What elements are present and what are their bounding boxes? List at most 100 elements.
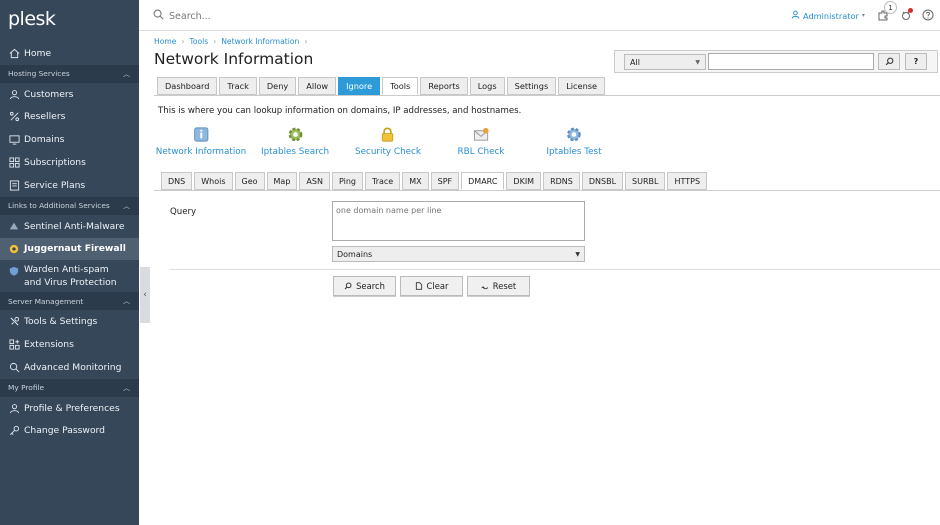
tool-security-check[interactable]: Security Check: [355, 125, 421, 157]
sidebar-item-service-plans[interactable]: Service Plans: [0, 174, 139, 197]
subtab-ping[interactable]: Ping: [331, 172, 363, 190]
chevron-up-icon: ︿: [123, 297, 130, 306]
sidebar-item-label: Tools & Settings: [24, 316, 98, 328]
section-server-management[interactable]: Server Management ︿: [0, 292, 139, 311]
subtab-mx[interactable]: MX: [402, 172, 429, 190]
sidebar-item-sentinel[interactable]: Sentinel Anti-Malware: [0, 215, 139, 238]
subtab-rdns[interactable]: RDNS: [543, 172, 580, 190]
subtab-dkim[interactable]: DKIM: [506, 172, 542, 190]
tool-iptables-search[interactable]: Iptables Search: [261, 125, 329, 157]
global-search[interactable]: Search...: [153, 9, 211, 23]
tab-logs[interactable]: Logs: [469, 77, 505, 95]
tab-ignore[interactable]: Ignore: [338, 77, 381, 95]
sidebar-item-label: Resellers: [24, 111, 66, 123]
sidebar-item-label: Sentinel Anti-Malware: [24, 220, 125, 232]
sidebar-item-label: Warden Anti-spam and Virus Protection: [24, 264, 117, 288]
section-label: Hosting Services: [8, 69, 70, 79]
subtabs-divider: [154, 190, 940, 191]
tab-track[interactable]: Track: [219, 77, 257, 95]
clear-icon: [415, 282, 422, 290]
search-button[interactable]: Search: [333, 276, 396, 296]
sidebar: plesk Home Hosting Services ︿ Customers …: [0, 0, 139, 525]
sidebar-item-tools-settings[interactable]: Tools & Settings: [0, 310, 139, 333]
sidebar-item-profile[interactable]: Profile & Preferences: [0, 397, 139, 420]
filter-select-value: All: [630, 57, 640, 67]
sidebar-item-customers[interactable]: Customers: [0, 83, 139, 106]
lookup-subtabs: DNS Whois Geo Map ASN Ping Trace MX SPF …: [161, 172, 708, 190]
subtab-dns[interactable]: DNS: [161, 172, 193, 190]
sidebar-item-label: Subscriptions: [24, 157, 86, 169]
chevron-right-icon: ›: [304, 37, 308, 46]
section-label: Links to Additional Services: [8, 201, 110, 211]
key-icon: [8, 425, 20, 437]
sidebar-collapse-handle[interactable]: ‹: [140, 267, 150, 323]
query-type-select[interactable]: Domains ▼: [332, 246, 585, 262]
user-icon: [8, 88, 20, 100]
subtab-surbl[interactable]: SURBL: [625, 172, 666, 190]
monitoring-icon: [8, 361, 20, 373]
help-icon[interactable]: [921, 8, 935, 22]
sidebar-item-juggernaut-firewall[interactable]: Juggernaut Firewall: [0, 237, 139, 261]
tool-label: Security Check: [355, 147, 421, 157]
breadcrumb-network-information[interactable]: Network Information: [221, 37, 299, 46]
subtab-asn[interactable]: ASN: [299, 172, 330, 190]
alert-dot: [908, 8, 913, 13]
filter-search-button[interactable]: [878, 53, 900, 70]
breadcrumb-tools[interactable]: Tools: [189, 37, 208, 46]
subtab-dmarc[interactable]: DMARC: [461, 172, 505, 190]
clear-button[interactable]: Clear: [400, 276, 463, 296]
section-label: My Profile: [8, 383, 45, 393]
user-menu[interactable]: Administrator ▾: [791, 10, 865, 21]
chevron-right-icon: ›: [213, 37, 217, 46]
breadcrumb-home[interactable]: Home: [154, 37, 176, 46]
sidebar-item-home[interactable]: Home: [0, 42, 139, 65]
tab-dashboard[interactable]: Dashboard: [157, 77, 218, 95]
plesk-logo[interactable]: plesk: [0, 0, 139, 42]
tab-reports[interactable]: Reports: [420, 77, 468, 95]
user-icon: [791, 10, 800, 21]
sidebar-item-resellers[interactable]: Resellers: [0, 106, 139, 129]
intro-text: This is where you can lookup information…: [158, 106, 522, 116]
reset-button-label: Reset: [492, 281, 517, 291]
query-type-value: Domains: [337, 249, 373, 259]
clear-button-label: Clear: [426, 281, 449, 291]
sidebar-item-change-password[interactable]: Change Password: [0, 420, 139, 443]
query-textarea[interactable]: [332, 201, 585, 241]
sidebar-item-domains[interactable]: Domains: [0, 128, 139, 151]
subtab-https[interactable]: HTTPS: [667, 172, 708, 190]
subtab-dnsbl[interactable]: DNSBL: [581, 172, 624, 190]
section-my-profile[interactable]: My Profile ︿: [0, 378, 139, 397]
sidebar-item-advanced-monitoring[interactable]: Advanced Monitoring: [0, 356, 139, 379]
sidebar-item-extensions[interactable]: Extensions: [0, 333, 139, 356]
section-additional-services[interactable]: Links to Additional Services ︿: [0, 196, 139, 215]
subtab-geo[interactable]: Geo: [234, 172, 265, 190]
subtab-trace[interactable]: Trace: [364, 172, 401, 190]
filter-help-button[interactable]: ?: [905, 53, 927, 70]
subtab-spf[interactable]: SPF: [430, 172, 460, 190]
tool-iptables-test[interactable]: Iptables Test: [546, 125, 602, 157]
reset-button[interactable]: Reset: [467, 276, 530, 296]
tool-network-information[interactable]: Network Information: [156, 125, 246, 157]
sidebar-item-subscriptions[interactable]: Subscriptions: [0, 151, 139, 174]
profile-icon: [8, 402, 20, 414]
notification-count-badge: 1: [884, 1, 897, 14]
tab-tools[interactable]: Tools: [382, 77, 419, 95]
user-name: Administrator: [803, 10, 859, 21]
filter-select[interactable]: All ▼: [624, 54, 706, 70]
tab-allow[interactable]: Allow: [298, 77, 337, 95]
search-icon: [344, 282, 352, 290]
tab-deny[interactable]: Deny: [258, 77, 297, 95]
tab-license[interactable]: License: [558, 77, 606, 95]
section-hosting-services[interactable]: Hosting Services ︿: [0, 64, 139, 83]
filter-search-input[interactable]: [708, 53, 874, 70]
tool-label: Network Information: [155, 147, 247, 157]
subtab-map[interactable]: Map: [266, 172, 298, 190]
warden-icon: [8, 265, 20, 277]
tab-settings[interactable]: Settings: [506, 77, 557, 95]
tool-rbl-check[interactable]: RBL Check: [458, 125, 504, 157]
caret-down-icon: ▾: [861, 12, 865, 19]
query-label: Query: [170, 207, 197, 217]
sidebar-item-warden[interactable]: Warden Anti-spam and Virus Protection: [0, 260, 139, 292]
reset-icon: [481, 286, 488, 290]
subtab-whois[interactable]: Whois: [194, 172, 233, 190]
